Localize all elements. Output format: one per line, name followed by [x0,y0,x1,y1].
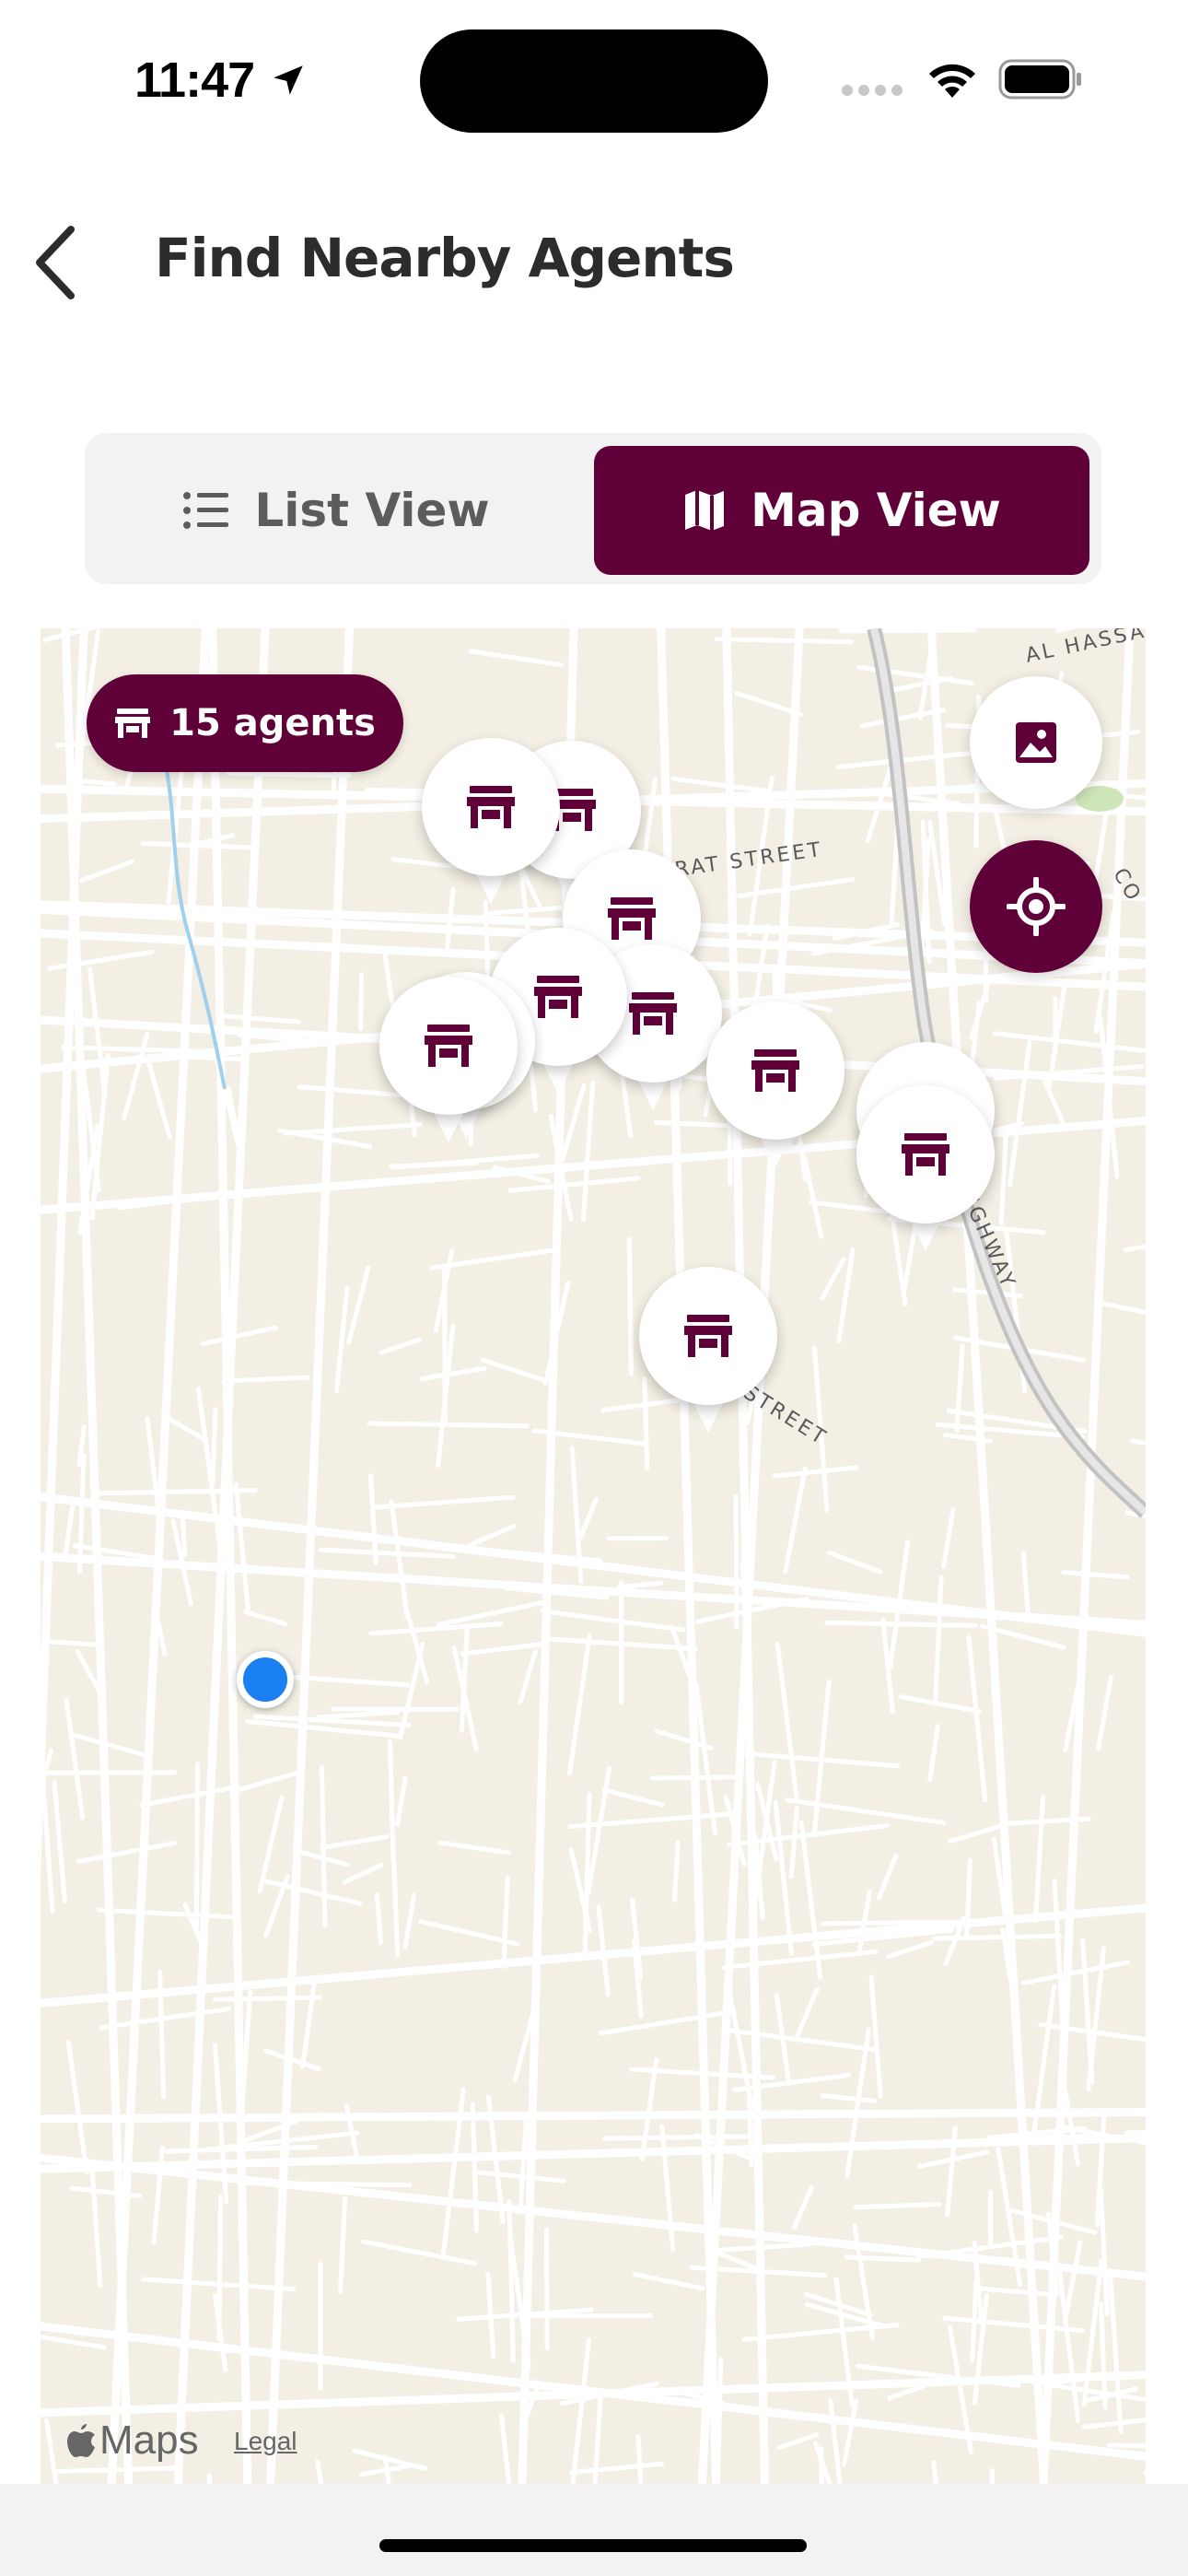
agent-pin[interactable] [639,1267,777,1433]
store-icon [684,1315,732,1357]
view-toggle: List View Map View [85,433,1101,584]
map-icon [685,490,725,531]
status-time: 11:47 [134,53,255,108]
page-title: Find Nearby Agents [155,227,735,289]
dynamic-island [420,29,768,133]
apple-icon [67,2424,95,2457]
map-view-tab[interactable]: Map View [594,446,1089,575]
battery-icon [998,59,1081,100]
pin-bubble [422,738,560,876]
image-icon [1016,722,1056,763]
store-icon [425,1025,472,1067]
location-arrow-icon [274,65,303,95]
user-location-dot [237,1651,294,1708]
store-icon [902,1133,949,1176]
store-icon [534,976,582,1018]
agents-map[interactable]: AL HASSA NUSRAT STREET BRIKAMA HIGHWAY K… [41,628,1146,2484]
locate-icon [1007,877,1066,936]
pin-bubble [706,1001,844,1140]
apple-maps-attribution: Maps [66,2418,199,2464]
bottom-safe-area [0,2484,1188,2576]
store-icon [467,786,515,828]
list-view-tab[interactable]: List View [85,446,588,575]
agent-count-label: 15 agents [169,702,376,744]
wifi-icon [929,64,975,98]
agent-count-badge: 15 agents [87,674,403,772]
store-icon [115,708,151,738]
pin-bubble [639,1267,777,1405]
pin-bubble [379,977,518,1115]
legal-link[interactable]: Legal [234,2427,297,2456]
back-button[interactable] [0,205,111,321]
home-indicator[interactable] [379,2539,807,2552]
list-view-label: List View [254,484,490,537]
pin-bubble [856,1085,995,1224]
my-location-button[interactable] [970,840,1102,973]
map-view-label: Map View [751,484,1001,537]
map-style-button[interactable] [970,676,1102,809]
agent-pin[interactable] [422,738,560,904]
list-icon [183,492,229,529]
agent-pin[interactable] [856,1085,995,1251]
agent-pin[interactable] [379,977,518,1142]
store-icon [629,992,677,1035]
maps-attribution-text: Maps [99,2418,199,2463]
status-bar: 11:47 [0,0,1188,157]
signal-icon [842,85,903,96]
store-icon [751,1049,799,1092]
back-chevron-icon [36,226,75,299]
agent-pin[interactable] [706,1001,844,1167]
